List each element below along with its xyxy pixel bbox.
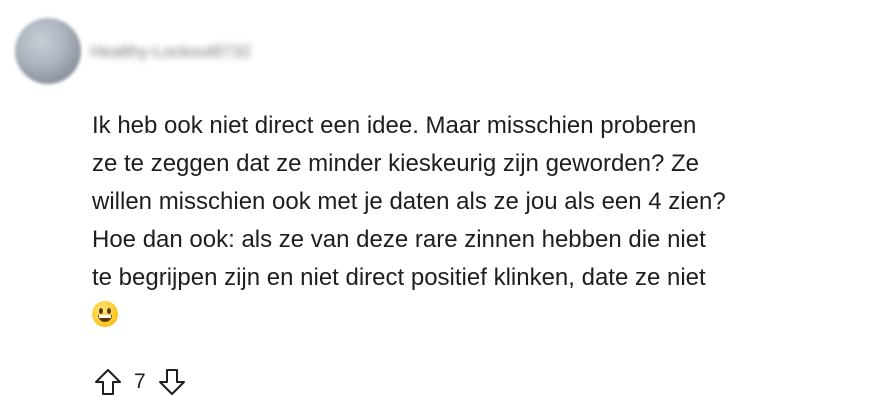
arrow-down-outline-icon [158, 369, 185, 395]
comment-body-line: Ik heb ook niet direct een idee. Maar mi… [92, 112, 697, 139]
avatar[interactable] [15, 18, 81, 84]
vote-score: 7 [134, 370, 146, 393]
upvote-button[interactable] [92, 365, 124, 399]
comment-username[interactable]: Healthy-Lockout8732 [90, 42, 251, 62]
comment-body-line: te begrijpen zijn en niet direct positie… [92, 264, 706, 291]
vote-bar: 7 [92, 365, 188, 399]
comment-body-emoji-line [92, 297, 862, 335]
downvote-button[interactable] [156, 365, 188, 399]
comment-card: Healthy-Lockout8732 Ik heb ook niet dire… [0, 0, 870, 420]
comment-body-line: willen misschien ook met je daten als ze… [92, 188, 726, 215]
comment-body-line: ze te zeggen dat ze minder kieskeurig zi… [92, 150, 700, 177]
arrow-up-outline-icon [95, 369, 121, 395]
comment-body-line: Hoe dan ook: als ze van deze rare zinnen… [92, 226, 706, 253]
grinning-face-emoji-icon [92, 301, 118, 327]
comment-body: Ik heb ook niet direct een idee. Maar mi… [92, 107, 862, 335]
